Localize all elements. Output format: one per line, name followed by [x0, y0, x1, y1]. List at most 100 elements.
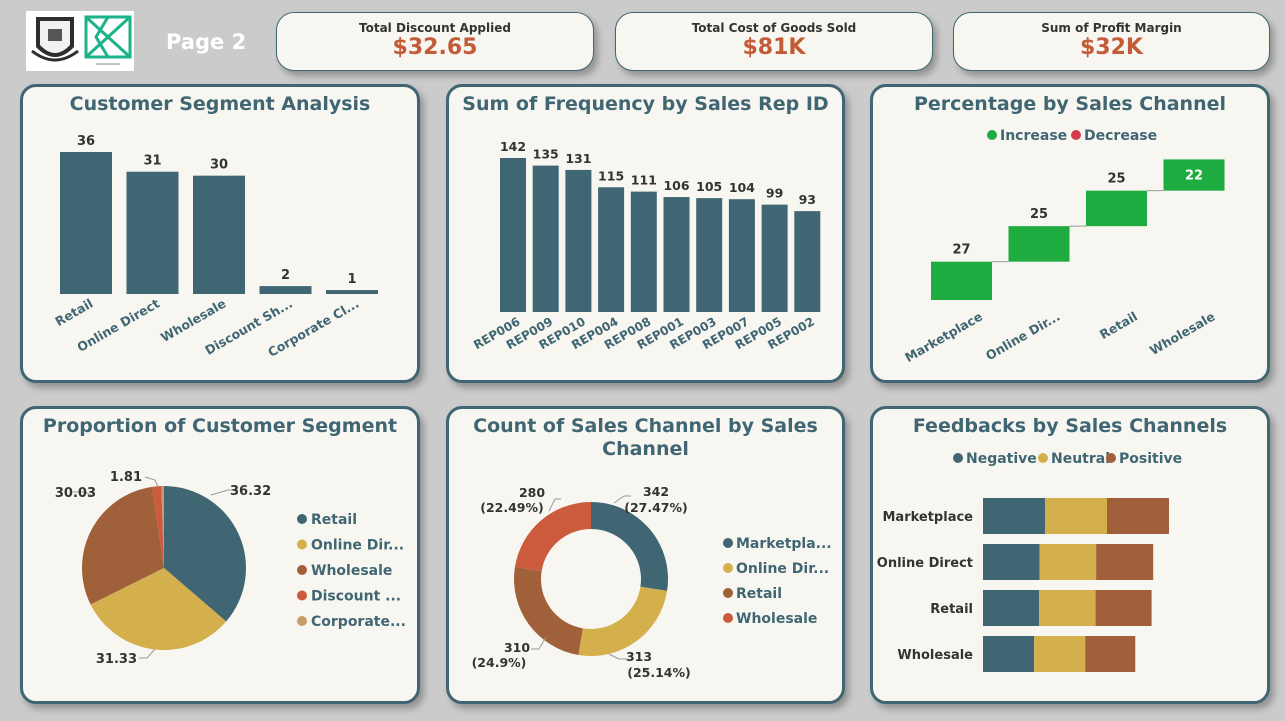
data-label: 99: [766, 186, 783, 201]
kpi-value: $81K: [742, 35, 806, 60]
stacked-bar-segment: [1034, 636, 1086, 672]
data-label: (24.9%): [472, 655, 527, 670]
bar: [598, 187, 625, 312]
stacked-bar-segment: [1039, 590, 1096, 626]
sales-channel-waterfall-card: Percentage by Sales Channel Increase Decr…: [870, 84, 1270, 383]
donut-slice: [591, 502, 668, 591]
legend-marker: [953, 453, 963, 463]
stacked-bar-segment: [1039, 544, 1097, 580]
legend-label: Wholesale: [311, 563, 392, 579]
legend-marker: [1106, 453, 1116, 463]
donut-slice: [578, 586, 668, 656]
bar: [565, 169, 592, 312]
data-label: 142: [500, 139, 526, 154]
legend-marker: [723, 538, 733, 548]
tick-label: Marketplace: [882, 510, 973, 525]
bar: [728, 199, 755, 312]
legend-label: Wholesale: [736, 611, 817, 627]
stacked-bar-segment: [1096, 544, 1154, 580]
kpi-value: $32.65: [392, 35, 478, 60]
leader-line: [608, 653, 627, 660]
data-label: 2: [281, 268, 290, 283]
bar: [696, 198, 723, 312]
legend-label: Positive: [1119, 451, 1182, 467]
sales-channel-count-card: Count of Sales Channel by Sales Channel …: [446, 406, 845, 704]
customer-segment-card: Customer Segment Analysis 36 Retail 31 Onli…: [20, 84, 420, 383]
bar: [794, 211, 821, 312]
data-label: 1.81: [110, 470, 142, 485]
legend-label: Decrease: [1084, 128, 1157, 144]
legend-marker: [723, 588, 733, 598]
data-label: 36.32: [230, 484, 271, 499]
legend-marker: [1038, 453, 1048, 463]
bar: [630, 191, 657, 312]
kpi-label: Total Discount Applied: [359, 21, 511, 35]
leader-line: [139, 648, 156, 659]
data-label: (22.49%): [480, 500, 544, 515]
data-label: 135: [533, 147, 559, 162]
stacked-bar-segment: [1045, 498, 1107, 534]
legend-marker: [297, 514, 307, 524]
bar: [126, 171, 179, 294]
legend-marker: [297, 590, 307, 601]
waterfall-bar: [1086, 190, 1147, 227]
segment-proportion-card: Proportion of Customer Segment 36.32 31.3…: [20, 406, 420, 704]
kpi-card-profit-margin: Sum of Profit Margin $32K: [953, 12, 1270, 71]
data-label: 280: [519, 485, 545, 500]
data-label: 106: [663, 178, 689, 193]
data-label: 22: [1185, 168, 1203, 183]
leader-line: [144, 476, 159, 488]
stacked-bar-segment: [983, 636, 1035, 672]
waterfall-bar: [931, 261, 992, 300]
bar: [326, 290, 378, 294]
data-label: (25.14%): [627, 665, 691, 680]
legend-marker: [297, 565, 307, 575]
kpi-value: $32K: [1080, 35, 1143, 60]
legend-label: Marketpla...: [736, 536, 832, 552]
data-label: 36: [77, 134, 95, 149]
legend-marker-decrease: [1071, 130, 1081, 140]
page-label: Page 2: [166, 30, 247, 54]
legend-label: Online Dir...: [311, 538, 404, 554]
app-logo-icon: [84, 15, 132, 65]
legend-label: Increase: [1000, 128, 1067, 144]
legend-marker: [297, 616, 307, 626]
stacked-bar-segment: [983, 544, 1040, 580]
legend-marker-increase: [987, 130, 997, 140]
sales-channel-count-chart: 342(27.47%) 313(25.14%) 310(24.9%) 280(22.4…: [472, 484, 832, 680]
data-label: 25: [1030, 207, 1048, 222]
bar: [60, 152, 112, 294]
kpi-label: Total Cost of Goods Sold: [691, 21, 857, 35]
data-label: 30.03: [55, 486, 96, 501]
data-label: 1: [347, 272, 356, 287]
data-label: 25: [1107, 172, 1125, 187]
data-label: 115: [598, 168, 624, 183]
legend-label: Online Dir...: [736, 561, 829, 577]
tick-label: Retail: [52, 296, 95, 330]
legend-label: Retail: [311, 512, 357, 528]
sales-channel-waterfall-chart: Increase Decrease 27 Marketplace 25 Online Di…: [902, 128, 1225, 365]
legend-marker: [723, 613, 733, 623]
data-label: 30: [210, 158, 228, 173]
stacked-bar-segment: [1095, 590, 1152, 626]
tick-label: Online Dir...: [983, 309, 1062, 364]
bar: [761, 204, 788, 312]
legend-label: Neutral: [1051, 451, 1110, 467]
legend-label: Negative: [966, 451, 1037, 467]
data-label: 93: [799, 192, 816, 207]
waterfall-bar: [1008, 226, 1070, 262]
rep-frequency-chart: 142REP006135REP009131REP010115REP004111R…: [471, 139, 821, 352]
data-label: 31: [143, 154, 161, 169]
tick-label: Wholesale: [1147, 309, 1217, 358]
tick-label: Retail: [930, 602, 973, 617]
kpi-card-total-discount: Total Discount Applied $32.65: [276, 12, 594, 71]
legend-marker: [723, 563, 733, 573]
stacked-bar-segment: [983, 498, 1045, 534]
feedback-chart: Negative Neutral Positive Marketplace Online…: [877, 451, 1182, 672]
data-label: 105: [696, 179, 722, 194]
bar: [663, 197, 690, 312]
data-label: 27: [952, 243, 970, 258]
stacked-bar-segment: [1085, 636, 1136, 672]
feedback-card: Feedbacks by Sales Channels Negative Neut…: [870, 406, 1270, 704]
bar: [193, 175, 245, 294]
